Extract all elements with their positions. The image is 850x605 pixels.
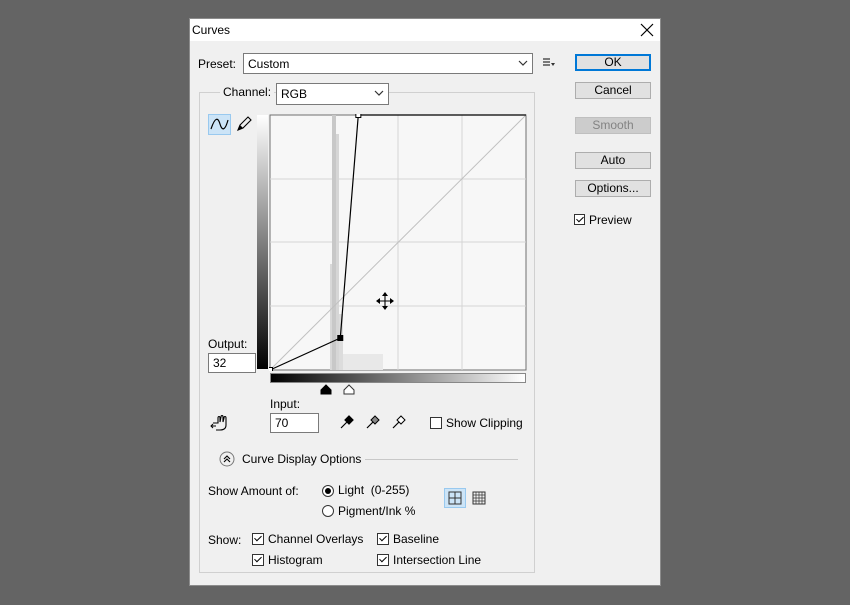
curve-tool-icon bbox=[210, 118, 229, 130]
intersection-line-label: Intersection Line bbox=[393, 553, 482, 567]
smooth-button[interactable]: Smooth bbox=[575, 117, 651, 134]
cancel-button[interactable]: Cancel bbox=[575, 82, 651, 99]
input-value: 70 bbox=[275, 416, 289, 430]
light-radio[interactable] bbox=[322, 485, 334, 497]
curve-display-options-label: Curve Display Options bbox=[242, 452, 362, 466]
channel-dropdown[interactable]: RGB bbox=[276, 83, 389, 105]
chevron-down-icon bbox=[518, 60, 528, 66]
output-field[interactable]: 32 bbox=[208, 353, 256, 373]
chevron-down-icon bbox=[374, 90, 384, 96]
ok-button[interactable]: OK bbox=[575, 54, 651, 71]
baseline-checkbox[interactable] bbox=[377, 533, 389, 545]
show-clipping-checkbox[interactable] bbox=[430, 417, 442, 429]
pigment-radio[interactable] bbox=[322, 505, 334, 517]
collapse-options-icon[interactable] bbox=[219, 451, 235, 467]
curve-point[interactable] bbox=[269, 367, 273, 372]
preset-dropdown[interactable]: Custom bbox=[243, 53, 533, 74]
output-value: 32 bbox=[213, 356, 227, 370]
channel-value: RGB bbox=[281, 87, 308, 101]
auto-button[interactable]: Auto bbox=[575, 152, 651, 169]
show-clipping-label: Show Clipping bbox=[446, 416, 523, 430]
preview-label: Preview bbox=[589, 213, 632, 227]
output-label: Output: bbox=[208, 337, 248, 351]
options-button[interactable]: Options... bbox=[575, 180, 651, 197]
on-image-adjust-icon[interactable] bbox=[210, 414, 232, 432]
channel-label: Channel: bbox=[220, 85, 275, 99]
grid-4x4-icon bbox=[448, 491, 462, 505]
white-point-slider[interactable] bbox=[343, 384, 355, 395]
curve-graph[interactable] bbox=[269, 114, 527, 371]
output-gradient-bar bbox=[257, 115, 268, 369]
preset-label: Preset: bbox=[198, 57, 237, 71]
pencil-icon[interactable] bbox=[235, 115, 253, 133]
baseline-label: Baseline bbox=[393, 532, 440, 546]
title-bar[interactable]: Curves bbox=[190, 19, 660, 41]
input-gradient-bar bbox=[270, 373, 526, 383]
simple-grid-button[interactable] bbox=[444, 488, 466, 508]
channel-overlays-label: Channel Overlays bbox=[268, 532, 364, 546]
histogram-checkbox[interactable] bbox=[252, 554, 264, 566]
preset-options-icon[interactable] bbox=[542, 57, 556, 69]
channel-overlays-checkbox[interactable] bbox=[252, 533, 264, 545]
preset-value: Custom bbox=[248, 57, 290, 71]
white-eyedropper-icon[interactable] bbox=[391, 414, 407, 430]
dialog-title: Curves bbox=[192, 23, 231, 37]
pigment-label: Pigment/Ink % bbox=[338, 504, 416, 518]
show-label: Show: bbox=[208, 533, 242, 547]
black-point-slider[interactable] bbox=[320, 384, 332, 395]
curves-dialog: Curves Preset: Custom OK Cancel Smooth A… bbox=[189, 18, 661, 586]
input-field[interactable]: 70 bbox=[270, 413, 319, 433]
light-label: Light (0-255) bbox=[338, 483, 410, 497]
gray-eyedropper-icon[interactable] bbox=[365, 414, 381, 430]
histogram-label: Histogram bbox=[268, 553, 323, 567]
curve-point-selected[interactable] bbox=[337, 335, 344, 341]
curve-point[interactable] bbox=[355, 114, 362, 118]
section-divider bbox=[365, 459, 518, 460]
black-eyedropper-icon[interactable] bbox=[339, 414, 355, 430]
close-icon[interactable] bbox=[637, 20, 657, 40]
grid-10x10-icon[interactable] bbox=[470, 489, 488, 507]
curve-point-tool[interactable] bbox=[208, 114, 231, 135]
preview-checkbox[interactable] bbox=[574, 214, 585, 225]
intersection-line-checkbox[interactable] bbox=[377, 554, 389, 566]
input-label: Input: bbox=[270, 397, 301, 411]
show-amount-label: Show Amount of: bbox=[208, 484, 299, 498]
